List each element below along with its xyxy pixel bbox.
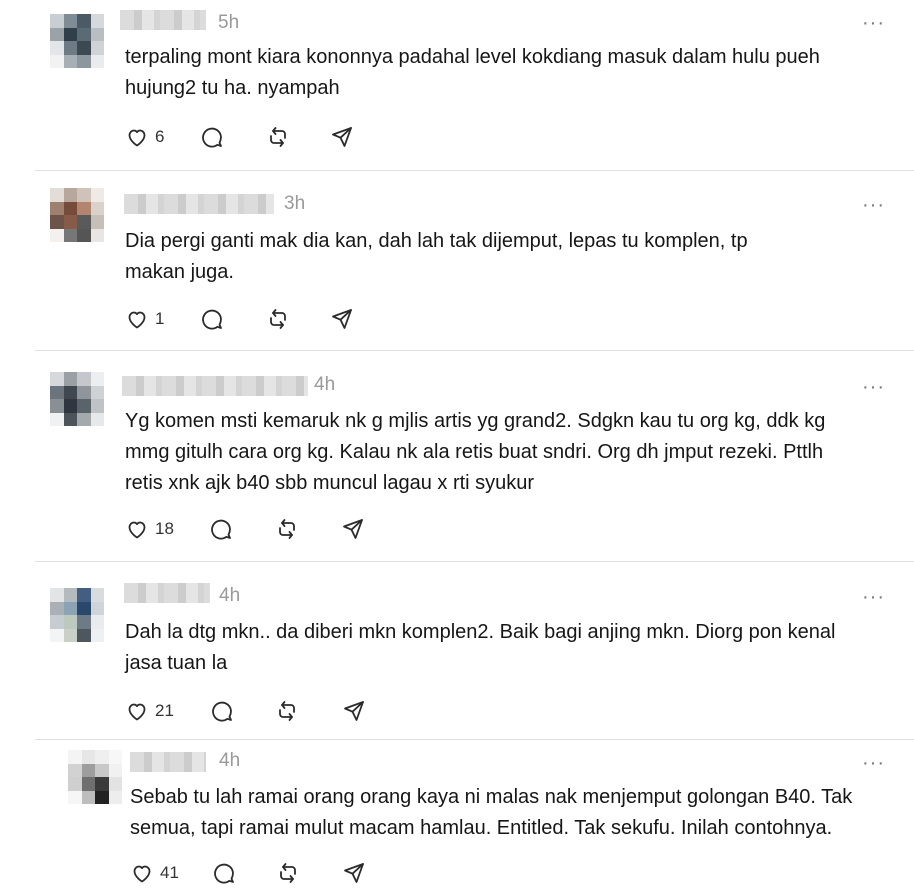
avatar[interactable] (68, 750, 122, 804)
username-blurred[interactable] (124, 583, 210, 603)
post-timestamp: 4h (314, 374, 336, 395)
repost-button[interactable] (266, 122, 290, 152)
share-icon (344, 863, 364, 883)
share-button[interactable] (341, 514, 365, 544)
more-options-icon[interactable]: ··· (862, 195, 885, 215)
like-count: 41 (160, 863, 179, 882)
comment-icon (211, 519, 231, 540)
repost-icon (279, 519, 295, 539)
post-text: Yg komen msti kemaruk nk g mjlis artis y… (125, 410, 826, 494)
share-icon (332, 309, 352, 329)
more-options-icon[interactable]: ··· (862, 587, 885, 607)
post-divider (35, 739, 914, 740)
share-icon (332, 127, 352, 147)
username-blurred[interactable] (124, 194, 274, 214)
comment-icon (202, 127, 222, 148)
avatar[interactable] (50, 14, 104, 68)
post-timestamp: 3h (284, 193, 306, 214)
thread-feed: 5h ··· terpaling mont kiara kononnya padah… (0, 0, 914, 896)
like-button[interactable]: 21 (125, 696, 174, 726)
like-button[interactable]: 6 (125, 122, 164, 152)
heart-icon (128, 521, 146, 539)
avatar[interactable] (50, 188, 104, 242)
share-icon (344, 701, 364, 721)
like-button[interactable]: 18 (125, 514, 174, 544)
repost-icon (279, 701, 295, 721)
heart-icon (128, 311, 146, 329)
repost-icon (280, 863, 296, 883)
post-text: Dia pergi ganti mak dia kan, dah lah tak… (125, 230, 748, 283)
post-timestamp: 5h (218, 12, 240, 33)
share-button[interactable] (330, 122, 354, 152)
post-divider (35, 170, 914, 171)
like-count: 18 (155, 519, 174, 538)
reply-button[interactable] (212, 858, 236, 888)
repost-button[interactable] (276, 858, 300, 888)
repost-icon (270, 127, 286, 147)
share-button[interactable] (330, 304, 354, 334)
like-button[interactable]: 41 (130, 858, 179, 888)
username-blurred[interactable] (130, 752, 206, 772)
like-count: 6 (155, 127, 165, 146)
share-button[interactable] (342, 858, 366, 888)
heart-icon (128, 703, 146, 721)
post-text: terpaling mont kiara kononnya padahal le… (125, 46, 820, 99)
post-divider (35, 350, 914, 351)
more-options-icon[interactable]: ··· (862, 13, 885, 33)
comment-icon (202, 309, 222, 330)
like-button[interactable]: 1 (125, 304, 164, 334)
post-text: Sebab tu lah ramai orang orang kaya ni m… (130, 786, 853, 839)
share-button[interactable] (342, 696, 366, 726)
repost-button[interactable] (266, 304, 290, 334)
repost-button[interactable] (275, 696, 299, 726)
heart-icon (133, 865, 151, 883)
reply-button[interactable] (210, 696, 234, 726)
like-count: 21 (155, 701, 174, 720)
post-timestamp: 4h (219, 585, 241, 606)
repost-button[interactable] (275, 514, 299, 544)
comment-icon (212, 701, 232, 722)
comment-icon (214, 863, 234, 884)
reply-button[interactable] (209, 514, 233, 544)
avatar[interactable] (50, 372, 104, 426)
post-timestamp: 4h (219, 750, 241, 771)
more-options-icon[interactable]: ··· (862, 753, 885, 773)
more-options-icon[interactable]: ··· (862, 377, 885, 397)
repost-icon (270, 309, 286, 329)
share-icon (343, 519, 363, 539)
avatar[interactable] (50, 588, 104, 642)
like-count: 1 (155, 309, 165, 328)
reply-button[interactable] (200, 122, 224, 152)
heart-icon (128, 129, 146, 147)
post-divider (35, 561, 914, 562)
reply-button[interactable] (200, 304, 224, 334)
username-blurred[interactable] (122, 376, 308, 396)
post-text: Dah la dtg mkn.. da diberi mkn komplen2.… (125, 621, 836, 674)
username-blurred[interactable] (120, 10, 206, 30)
